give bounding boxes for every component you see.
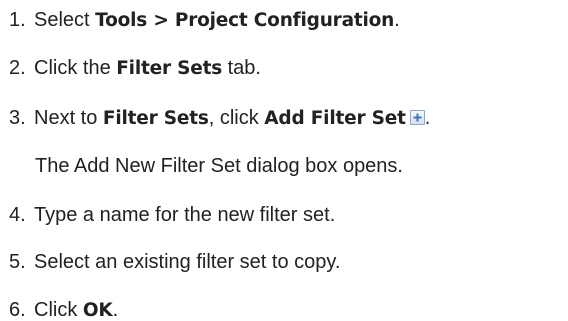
step-4: 4. Type a name for the new filter set.	[9, 203, 335, 227]
step-6: 6. Click OK.	[9, 298, 118, 321]
step-text: Select	[34, 9, 96, 31]
step-text: Click	[34, 299, 83, 321]
step-text-end: .	[394, 9, 400, 31]
step-number: 4.	[9, 204, 26, 226]
add-icon	[409, 110, 425, 125]
step-number: 6.	[9, 299, 26, 321]
step-number: 1.	[9, 9, 26, 31]
step-text-end: tab.	[222, 57, 261, 79]
step-text-end: .	[112, 299, 119, 321]
step-3-result: The Add New Filter Set dialog box opens.	[35, 155, 403, 177]
button-name: OK	[82, 300, 113, 321]
button-name: Add Filter Set	[264, 108, 406, 129]
step-text: Select an existing filter set to copy.	[34, 251, 341, 273]
section-name: Filter Sets	[102, 108, 209, 129]
tab-name: Filter Sets	[116, 58, 223, 79]
step-2: 2. Click the Filter Sets tab.	[9, 56, 261, 81]
step-text: Click the	[34, 57, 117, 79]
step-number: 5.	[9, 251, 26, 273]
step-number: 2.	[9, 57, 26, 79]
menu-path: Tools > Project Configuration	[95, 10, 395, 31]
step-text-mid: , click	[208, 107, 265, 129]
step-5: 5. Select an existing filter set to copy.	[9, 250, 340, 274]
step-text-end: .	[424, 107, 431, 129]
step-3: 3. Next to Filter Sets, click Add Filter …	[9, 106, 430, 131]
step-text: Type a name for the new filter set.	[34, 204, 336, 226]
step-number: 3.	[9, 107, 26, 129]
step-text: Next to	[34, 107, 103, 129]
step-1: 1. Select Tools > Project Configuration.	[9, 8, 400, 33]
